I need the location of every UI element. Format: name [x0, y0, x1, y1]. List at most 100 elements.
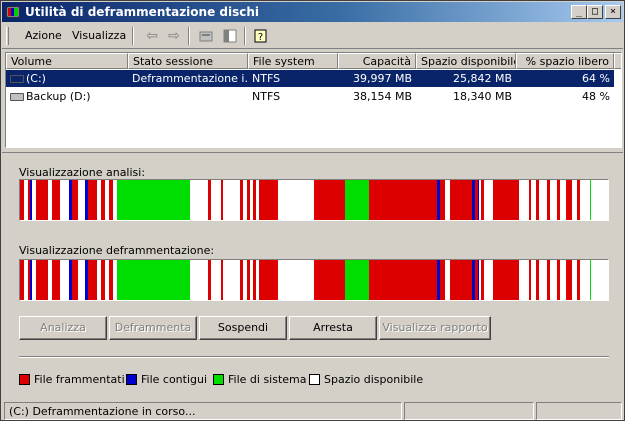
- column-free-space[interactable]: Spazio disponibile: [416, 53, 516, 69]
- cluster-segment: [519, 260, 529, 300]
- cluster-segment: [256, 180, 259, 220]
- stop-button[interactable]: Arresta: [289, 316, 377, 340]
- status-panel-3: [536, 402, 622, 420]
- analysis-label: Visualizzazione analisi:: [19, 166, 146, 179]
- volume-list[interactable]: Volume Stato sessione File system Capaci…: [5, 52, 622, 148]
- forward-arrow-icon[interactable]: ⇨: [166, 28, 182, 44]
- cluster-segment: [221, 180, 223, 220]
- column-file-system[interactable]: File system: [248, 53, 338, 69]
- menu-azione[interactable]: Azione: [25, 29, 62, 42]
- cluster-segment: [591, 260, 602, 300]
- cluster-segment: [259, 260, 278, 300]
- cluster-segment: [85, 180, 88, 220]
- cluster-segment: [536, 180, 539, 220]
- cluster-segment: [440, 260, 445, 300]
- cluster-segment: [36, 260, 48, 300]
- cluster-segment: [28, 180, 30, 220]
- cluster-segment: [259, 180, 278, 220]
- cluster-segment: [539, 180, 547, 220]
- legend-free: Spazio disponibile: [309, 373, 423, 386]
- cluster-segment: [97, 180, 101, 220]
- volume-name-cell: Backup (D:): [6, 88, 128, 105]
- toolbar-separator: [188, 27, 190, 45]
- cluster-segment: [547, 180, 550, 220]
- toolbar-grip: [6, 27, 9, 45]
- column-filler: [614, 53, 621, 69]
- menu-toolbar: Azione Visualizza ⇦ ⇨ ?: [2, 23, 623, 49]
- pause-button[interactable]: Sospendi: [199, 316, 287, 340]
- defragment-button[interactable]: Deframmenta: [109, 316, 197, 340]
- cluster-segment: [190, 180, 208, 220]
- close-button[interactable]: ×: [605, 5, 621, 19]
- cluster-segment: [30, 260, 32, 300]
- cluster-segment: [560, 180, 566, 220]
- cluster-segment: [529, 180, 531, 220]
- cluster-segment: [69, 260, 72, 300]
- cluster-segment: [481, 260, 484, 300]
- cluster-segment: [105, 260, 109, 300]
- help-icon[interactable]: ?: [252, 28, 268, 44]
- session-status-cell: Deframmentazione i...: [128, 70, 248, 87]
- minimize-button[interactable]: _: [571, 5, 587, 19]
- cluster-segment: [36, 180, 48, 220]
- view-report-button[interactable]: Visualizza rapporto: [379, 316, 491, 340]
- cluster-segment: [566, 260, 572, 300]
- volume-row[interactable]: Backup (D:) NTFS 38,154 MB 18,340 MB 48 …: [6, 88, 621, 105]
- cluster-segment: [475, 180, 478, 220]
- cluster-segment: [20, 260, 24, 300]
- column-free-percent[interactable]: % spazio libero: [516, 53, 614, 69]
- view-icon[interactable]: [222, 28, 238, 44]
- cluster-segment: [256, 260, 259, 300]
- cluster-segment: [113, 260, 117, 300]
- cluster-segment: [78, 180, 85, 220]
- free-percent-cell: 48 %: [582, 90, 610, 103]
- menu-visualizza[interactable]: Visualizza: [72, 29, 126, 42]
- hard-drive-icon: [10, 75, 24, 83]
- cluster-segment: [472, 260, 475, 300]
- cluster-segment: [478, 260, 479, 300]
- cluster-segment: [557, 260, 560, 300]
- cluster-segment: [253, 260, 256, 300]
- cluster-segment: [211, 180, 221, 220]
- cluster-segment: [450, 260, 472, 300]
- cluster-segment: [484, 180, 493, 220]
- cluster-segment: [481, 180, 484, 220]
- analyze-button[interactable]: Analizza: [19, 316, 107, 340]
- cluster-segment: [250, 180, 253, 220]
- cluster-segment: [253, 180, 256, 220]
- system-swatch: [213, 374, 224, 385]
- maximize-button[interactable]: □: [587, 5, 603, 19]
- divider: [19, 356, 609, 358]
- column-capacity[interactable]: Capacità: [338, 53, 416, 69]
- cluster-segment: [572, 260, 577, 300]
- cluster-segment: [278, 260, 314, 300]
- column-volume[interactable]: Volume: [6, 53, 128, 69]
- cluster-segment: [590, 260, 591, 300]
- cluster-segment: [550, 260, 557, 300]
- file-system-cell: NTFS: [252, 90, 281, 103]
- column-session-status[interactable]: Stato sessione: [128, 53, 248, 69]
- cluster-segment: [32, 260, 36, 300]
- cluster-segment: [243, 260, 247, 300]
- cluster-segment: [440, 180, 445, 220]
- cluster-segment: [602, 180, 608, 220]
- cluster-segment: [484, 260, 493, 300]
- cluster-segment: [88, 260, 97, 300]
- drive-properties-icon[interactable]: [198, 28, 214, 44]
- cluster-segment: [590, 180, 591, 220]
- cluster-segment: [278, 180, 314, 220]
- volume-row[interactable]: (C:) Deframmentazione i... NTFS 39,997 M…: [6, 70, 621, 87]
- cluster-segment: [28, 260, 30, 300]
- cluster-segment: [30, 180, 32, 220]
- free-space-cell: 18,340 MB: [452, 90, 512, 103]
- defrag-map-graphic: [20, 260, 608, 300]
- cluster-segment: [557, 180, 560, 220]
- cluster-segment: [345, 180, 369, 220]
- cluster-segment: [445, 180, 450, 220]
- cluster-segment: [117, 260, 190, 300]
- back-arrow-icon[interactable]: ⇦: [144, 28, 160, 44]
- free-space-cell: 25,842 MB: [416, 70, 516, 87]
- cluster-segment: [24, 180, 28, 220]
- cluster-segment: [32, 180, 36, 220]
- cluster-segment: [445, 260, 450, 300]
